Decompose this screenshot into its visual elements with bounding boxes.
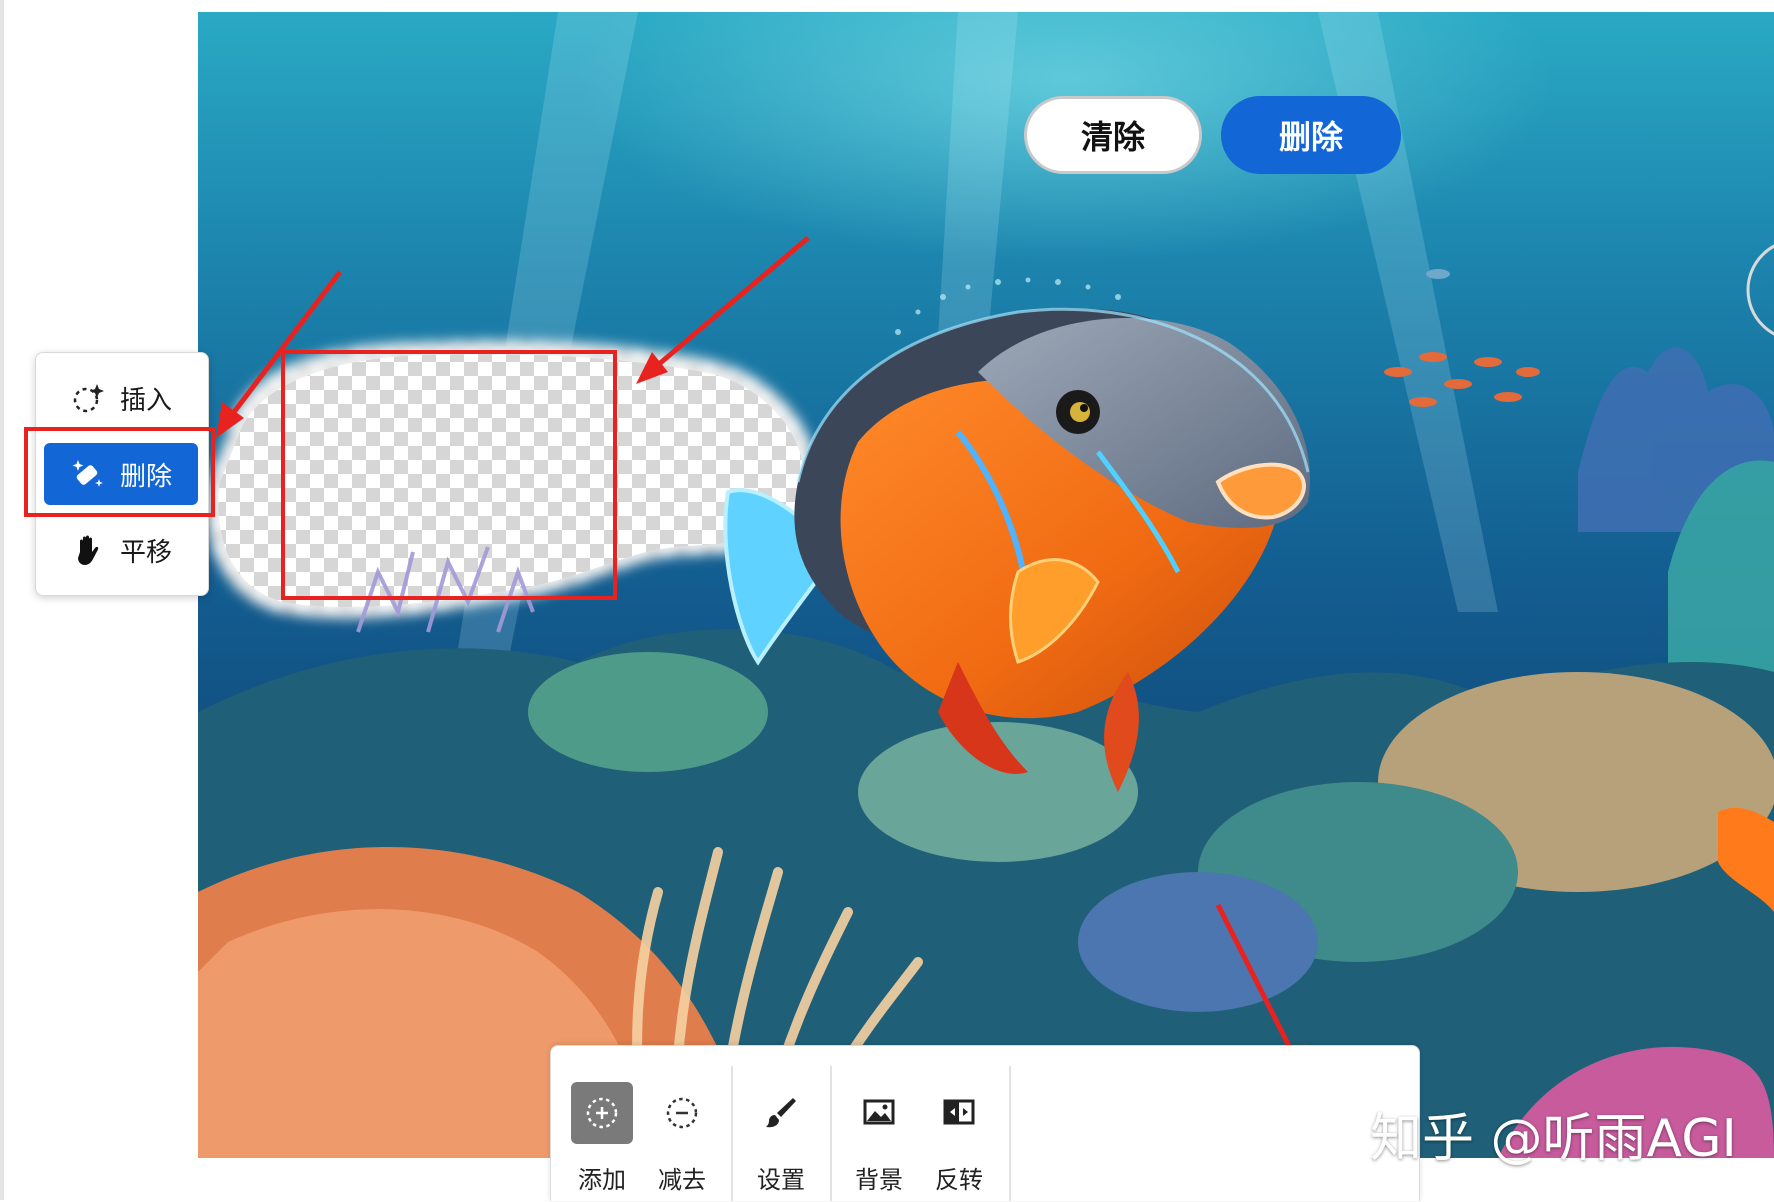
tool-delete[interactable]: 删除 xyxy=(44,443,198,505)
invert-selection-icon xyxy=(928,1082,990,1144)
brush-add-label: 添加 xyxy=(578,1166,626,1194)
brush-add-button[interactable]: 添加 xyxy=(567,1082,637,1202)
brush-subtract-label: 减去 xyxy=(658,1166,706,1194)
mask-toolbar: 添加 减去 设置 背景 反转 xyxy=(550,1045,1420,1201)
invert-mask-label: 反转 xyxy=(935,1166,983,1194)
sparkle-insert-icon xyxy=(70,380,106,416)
tool-insert-label: 插入 xyxy=(120,385,173,416)
toolbar-divider xyxy=(830,1066,832,1201)
image-canvas[interactable] xyxy=(198,12,1774,1158)
toolbar-divider xyxy=(731,1066,733,1201)
hand-pan-icon xyxy=(70,532,106,568)
tool-pan-label: 平移 xyxy=(120,537,173,568)
tool-pan[interactable]: 平移 xyxy=(44,519,198,581)
select-background-label: 背景 xyxy=(855,1166,903,1194)
edit-tool-panel: 插入 删除 平移 xyxy=(35,352,209,596)
window-left-edge xyxy=(0,0,4,1200)
underwater-fish-image xyxy=(198,12,1774,1158)
brush-settings-button[interactable]: 设置 xyxy=(746,1082,816,1202)
toolbar-divider xyxy=(1009,1066,1011,1201)
delete-button[interactable]: 删除 xyxy=(1221,96,1401,174)
clear-button[interactable]: 清除 xyxy=(1024,96,1202,174)
brush-add-icon xyxy=(571,1082,633,1144)
paintbrush-settings-icon xyxy=(750,1082,812,1144)
brush-subtract-icon xyxy=(651,1082,713,1144)
magic-eraser-icon xyxy=(70,456,106,492)
tool-delete-label: 删除 xyxy=(120,461,173,492)
select-background-button[interactable]: 背景 xyxy=(844,1082,914,1202)
brush-subtract-button[interactable]: 减去 xyxy=(647,1082,717,1202)
tool-insert[interactable]: 插入 xyxy=(44,367,198,429)
background-image-icon xyxy=(848,1082,910,1144)
brush-settings-label: 设置 xyxy=(757,1166,805,1194)
invert-mask-button[interactable]: 反转 xyxy=(924,1082,994,1202)
